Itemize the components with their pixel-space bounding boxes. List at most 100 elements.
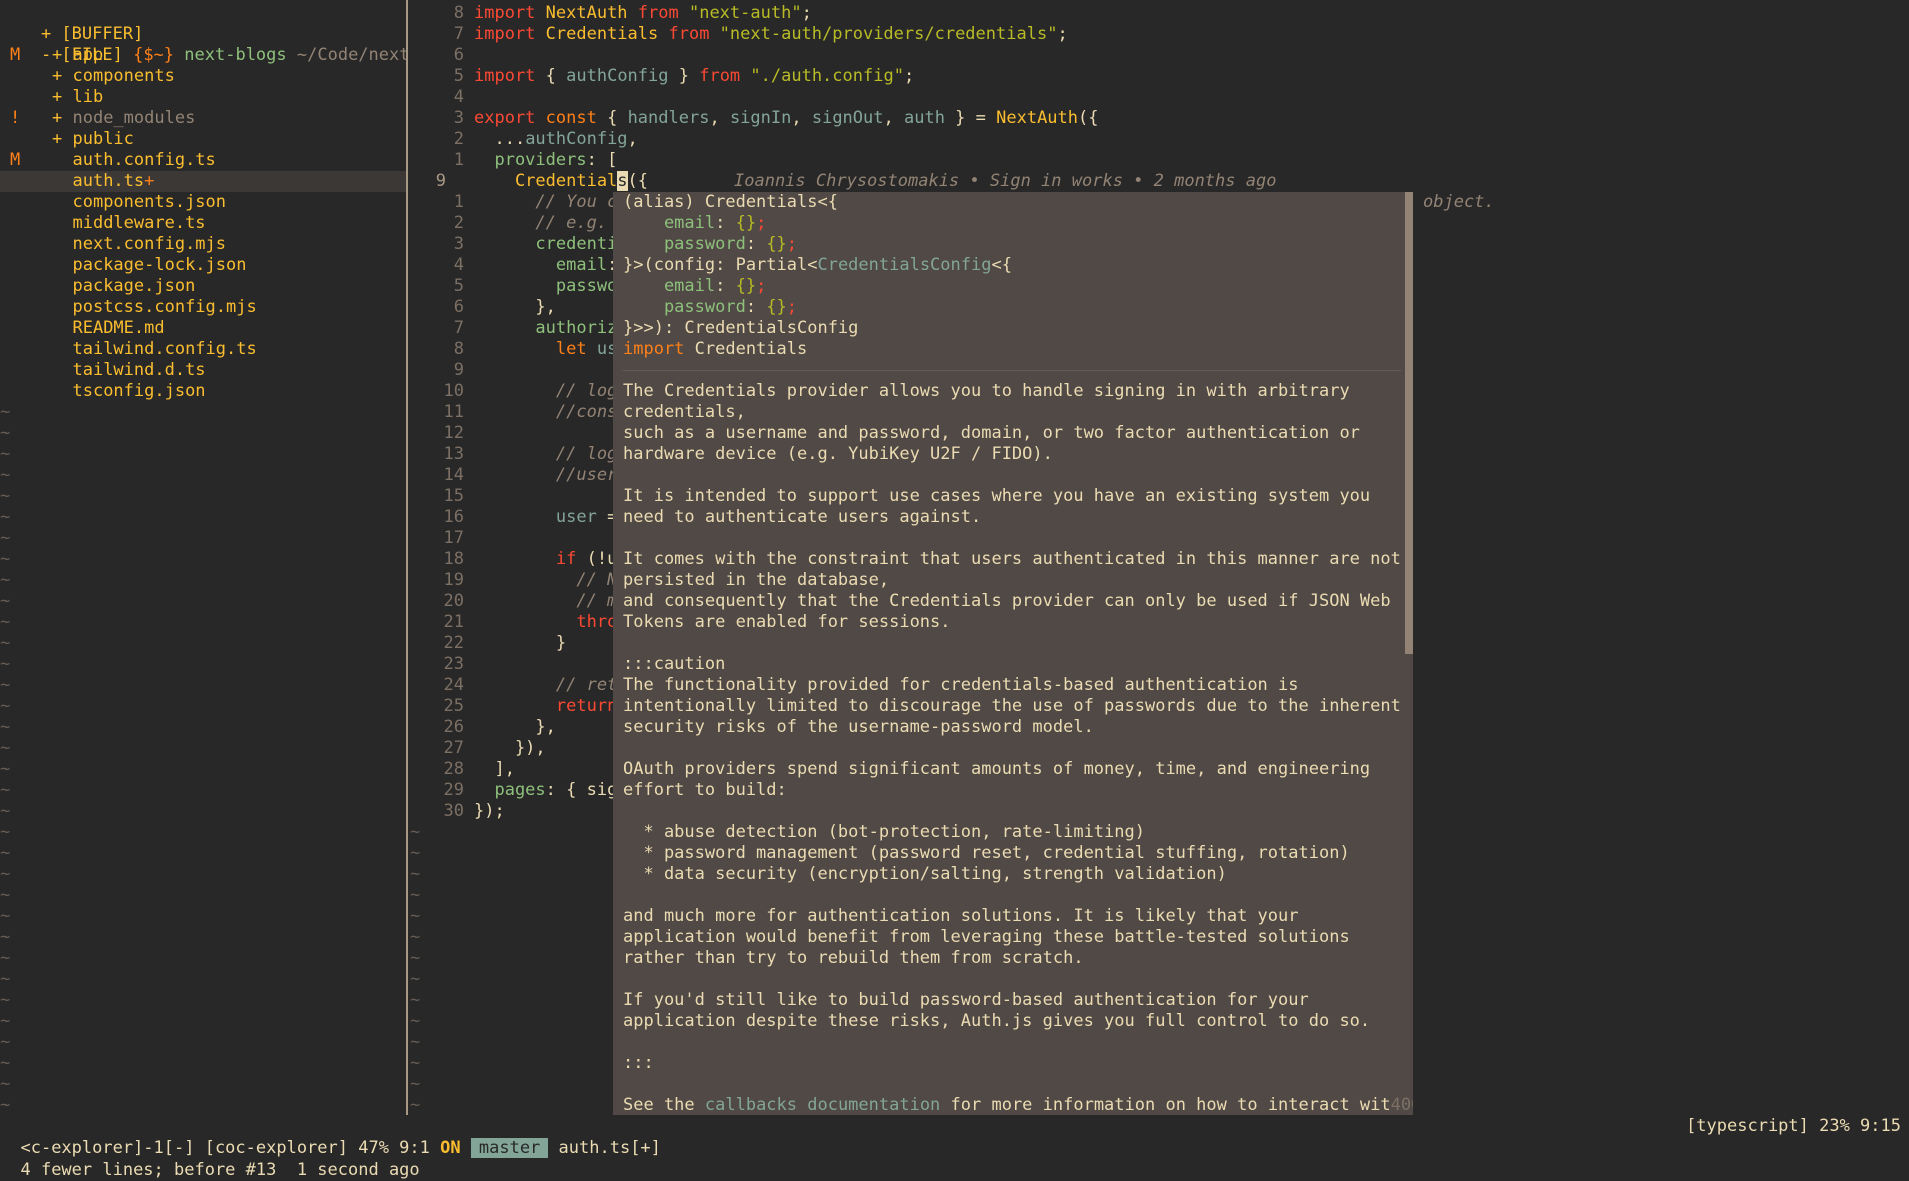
line-number: 15 [443, 486, 464, 506]
line-number: 10 [443, 381, 464, 401]
code-line[interactable]: 2 ...authConfig, [410, 129, 1909, 150]
doc-text: email [623, 276, 716, 296]
doc-text: ; [786, 234, 798, 254]
code-token: // log [474, 444, 618, 464]
explorer-buffer-header[interactable]: + [BUFFER] [0, 3, 406, 44]
doc-text: The functionality provided for credentia… [623, 675, 1299, 695]
hover-doc-scrollbar[interactable] [1405, 192, 1413, 654]
vertical-split-divider[interactable] [406, 0, 408, 1115]
explorer-item-name: package-lock.json [72, 255, 247, 275]
doc-link[interactable]: callbacks documentation [705, 1095, 940, 1115]
doc-text: OAuth providers spend significant amount… [623, 759, 1371, 779]
explorer-item[interactable]: + lib [0, 87, 406, 108]
explorer-item[interactable]: package.json [0, 276, 406, 297]
file-explorer[interactable]: + [BUFFER] - [FILE] {$~} next-blogs ~/Co… [0, 3, 406, 1118]
explorer-item[interactable]: + public [0, 129, 406, 150]
code-line[interactable]: 4 [410, 87, 1909, 108]
code-line[interactable]: 5 import { authConfig } from "./auth.conf… [410, 66, 1909, 87]
code-token: from [699, 66, 751, 86]
hover-doc-popup[interactable]: (alias) Credentials<{ email: {}; passwor… [613, 192, 1413, 1115]
doc-text: password [623, 297, 746, 317]
code-token: , [791, 108, 812, 128]
doc-line: Tokens are enabled for sessions. [623, 612, 951, 633]
line-number: 9 [435, 171, 446, 191]
code-line[interactable]: 3 export const { handlers, signIn, signOu… [410, 108, 1909, 129]
empty-line-tilde: ~ [0, 948, 11, 968]
code-token: Credentials [545, 24, 669, 44]
code-token: passwo [474, 276, 618, 296]
line-number: 7 [453, 24, 464, 44]
doc-text: {} [766, 234, 787, 254]
line-number: 8 [453, 339, 464, 359]
doc-text: persisted in the database, [623, 570, 890, 590]
explorer-item[interactable]: M auth.config.ts [0, 150, 406, 171]
explorer-item[interactable]: tailwind.config.ts [0, 339, 406, 360]
line-number: 1 [453, 150, 464, 170]
explorer-item[interactable]: M + app [0, 45, 406, 66]
code-line[interactable]: 6 [410, 45, 1909, 66]
doc-text: such as a username and password, domain,… [623, 423, 1360, 443]
explorer-item-name: middleware.ts [72, 213, 206, 233]
empty-line-tilde: ~ [0, 906, 11, 926]
doc-text: password [623, 234, 746, 254]
doc-text: * abuse detection (bot-protection, rate-… [623, 822, 1145, 842]
empty-line-tilde: ~ [0, 1011, 11, 1031]
code-token: return [555, 696, 618, 716]
explorer-item[interactable]: auth.ts+ [0, 171, 406, 192]
empty-line-tilde: ~ [0, 654, 11, 674]
empty-line-tilde: ~ [0, 969, 11, 989]
code-line[interactable]: 1 providers: [ [410, 150, 1909, 171]
explorer-item[interactable]: README.md [0, 318, 406, 339]
code-line[interactable]: 8 import NextAuth from "next-auth"; [410, 3, 1909, 24]
empty-line-tilde: ~ [0, 423, 11, 443]
explorer-item[interactable]: next.config.mjs [0, 234, 406, 255]
code-token: signIn [729, 108, 792, 128]
doc-text: application would benefit from leveragin… [623, 927, 1350, 947]
explorer-item-name: lib [72, 87, 104, 107]
modified-marker: + [144, 171, 155, 191]
doc-text: {} [766, 297, 787, 317]
code-token: //cons [474, 402, 618, 422]
doc-text: Credentials [694, 339, 808, 359]
code-token: if [555, 549, 587, 569]
filetype-position-info: [typescript] 23% 9:15 [1686, 1116, 1901, 1136]
code-token: }, [474, 717, 556, 737]
code-token: ; [801, 3, 812, 23]
explorer-item[interactable]: + components [0, 66, 406, 87]
doc-line: * password management (password reset, c… [623, 843, 1349, 864]
explorer-item[interactable]: postcss.config.mjs [0, 297, 406, 318]
explorer-file-header[interactable]: - [FILE] {$~} next-blogs ~/Code/next-blo [0, 24, 406, 65]
command-line[interactable]: 4 fewer lines; before #13 1 second ago [0, 1137, 1909, 1180]
explorer-item[interactable]: components.json [0, 192, 406, 213]
doc-line: application would benefit from leveragin… [623, 927, 1350, 948]
empty-line-tilde: ~ [0, 1053, 11, 1073]
doc-line: }>(config: Partial<CredentialsConfig<{ [623, 255, 1012, 276]
code-token: } [474, 633, 567, 653]
explorer-item[interactable]: ! + node_modules [0, 108, 406, 129]
empty-line-tilde: ~ [0, 633, 11, 653]
code-token: { [545, 66, 567, 86]
explorer-item[interactable]: package-lock.json [0, 255, 406, 276]
doc-text: }>>): CredentialsConfig [623, 318, 859, 338]
doc-text: application despite these risks, Auth.js… [623, 1011, 1371, 1031]
doc-text: (alias) Credentials<{ [623, 192, 838, 212]
empty-line-tilde: ~ [0, 591, 11, 611]
code-line[interactable]: 7 import Credentials from "next-auth/prov… [410, 24, 1909, 45]
code-token: , [883, 108, 904, 128]
line-number: 14 [443, 465, 464, 485]
doc-text: If you'd still like to build password-ba… [623, 990, 1309, 1010]
explorer-item[interactable]: tsconfig.json [0, 381, 406, 402]
line-number: 19 [443, 570, 464, 590]
doc-text: security risks of the username-password … [623, 717, 1094, 737]
line-number: 22 [443, 633, 464, 653]
code-token: "next-auth" [688, 3, 802, 23]
empty-line-tilde: ~ [0, 612, 11, 632]
explorer-item[interactable]: tailwind.d.ts [0, 360, 406, 381]
code-token: ; [1057, 24, 1068, 44]
line-number: 25 [443, 696, 464, 716]
doc-line: It is intended to support use cases wher… [623, 486, 1370, 507]
doc-text: It comes with the constraint that users … [623, 549, 1401, 569]
explorer-item[interactable]: middleware.ts [0, 213, 406, 234]
explorer-item-name: next.config.mjs [72, 234, 227, 254]
